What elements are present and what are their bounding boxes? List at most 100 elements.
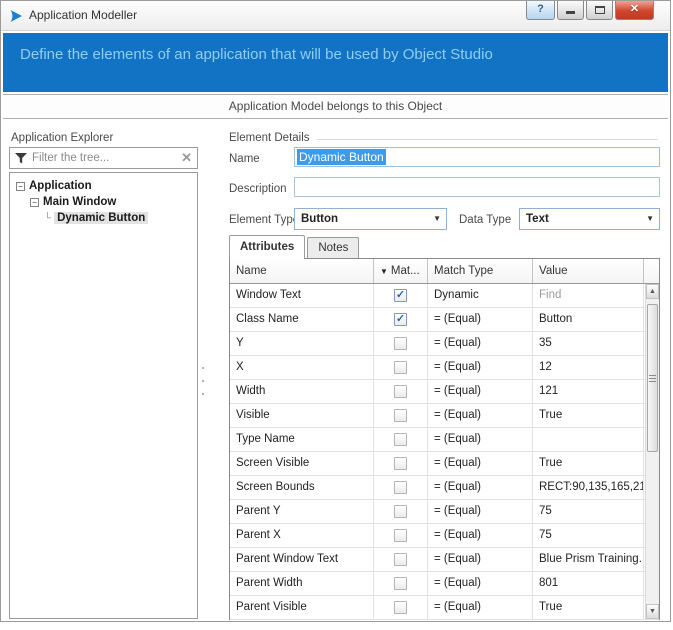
description-input[interactable] [294, 177, 660, 197]
table-row[interactable]: Parent Y = (Equal) 75 [230, 500, 659, 524]
element-type-select[interactable]: Button ▼ [294, 208, 447, 230]
match-checkbox[interactable] [394, 337, 407, 350]
match-cell [374, 500, 428, 523]
match-checkbox[interactable] [394, 409, 407, 422]
match-type-cell: = (Equal) [428, 452, 533, 475]
match-type-cell: = (Equal) [428, 332, 533, 355]
tab-strip: AttributesNotes [229, 234, 359, 258]
data-type-select[interactable]: Text ▼ [519, 208, 660, 230]
match-type-cell: = (Equal) [428, 476, 533, 499]
filter-icon [15, 153, 27, 164]
match-checkbox[interactable] [394, 553, 407, 566]
window-title: Application Modeller [29, 1, 137, 30]
table-row[interactable]: Screen Visible = (Equal) True [230, 452, 659, 476]
subtitle-bar: Application Model belongs to this Object [3, 94, 668, 119]
tree-item-dynamic-button[interactable]: └ Dynamic Button [10, 210, 197, 226]
table-row[interactable]: Parent Visible = (Equal) True [230, 596, 659, 620]
tree-expand-icon[interactable]: − [30, 198, 39, 207]
attribute-name-cell: Y [230, 332, 374, 355]
minimize-button[interactable] [557, 1, 584, 20]
element-details-title: Element Details [229, 132, 310, 144]
match-cell [374, 476, 428, 499]
match-cell [374, 572, 428, 595]
scroll-up-icon[interactable]: ▲ [646, 284, 659, 299]
table-row[interactable]: Class Name ✓ = (Equal) Button [230, 308, 659, 332]
match-cell [374, 332, 428, 355]
match-checkbox[interactable] [394, 505, 407, 518]
element-details-divider [317, 139, 658, 140]
table-row[interactable]: Screen Bounds = (Equal) RECT:90,135,165,… [230, 476, 659, 500]
attribute-name-cell: Parent Visible [230, 596, 374, 619]
table-row[interactable]: Width = (Equal) 121 [230, 380, 659, 404]
tree-item-label: Main Window [43, 196, 116, 208]
attribute-name-cell: X [230, 356, 374, 379]
attribute-name-cell: Visible [230, 404, 374, 427]
attribute-name-cell: Parent Y [230, 500, 374, 523]
name-label: Name [229, 153, 260, 165]
table-row[interactable]: Parent Width = (Equal) 801 [230, 572, 659, 596]
scroll-down-icon[interactable]: ▼ [646, 604, 659, 619]
tab-notes[interactable]: Notes [307, 237, 359, 258]
data-type-label: Data Type [459, 214, 511, 226]
table-row[interactable]: Parent X = (Equal) 75 [230, 524, 659, 548]
value-cell: Button [533, 308, 644, 331]
column-header-match[interactable]: ▼Mat... [374, 259, 428, 283]
column-header-match-type[interactable]: Match Type [428, 259, 533, 283]
match-checkbox[interactable] [394, 433, 407, 446]
filter-placeholder: Filter the tree... [32, 148, 109, 168]
tree-item-application[interactable]: − Application [10, 178, 197, 194]
table-row[interactable]: Window Text ✓ Dynamic Find [230, 284, 659, 308]
table-row[interactable]: Parent Window Text = (Equal) Blue Prism … [230, 548, 659, 572]
app-icon [9, 9, 23, 23]
match-cell [374, 548, 428, 571]
match-type-cell: = (Equal) [428, 356, 533, 379]
application-tree: − Application − Main Window └ Dynamic Bu… [9, 172, 198, 619]
table-row[interactable]: X = (Equal) 12 [230, 356, 659, 380]
match-cell [374, 524, 428, 547]
match-checkbox[interactable] [394, 457, 407, 470]
tree-expand-icon[interactable]: − [16, 182, 25, 191]
scrollbar-thumb[interactable] [647, 304, 658, 452]
column-header-name[interactable]: Name [230, 259, 374, 283]
attribute-name-cell: Window Text [230, 284, 374, 307]
table-row[interactable]: Type Name = (Equal) [230, 428, 659, 452]
column-header-value[interactable]: Value [533, 259, 644, 283]
column-header-match-label: Mat... [391, 265, 420, 277]
value-cell [533, 428, 644, 451]
name-input[interactable]: Dynamic Button [294, 147, 660, 167]
tab-attributes[interactable]: Attributes [229, 235, 305, 259]
match-checkbox[interactable] [394, 361, 407, 374]
close-button[interactable]: ✕ [615, 1, 654, 20]
tree-item-main-window[interactable]: − Main Window [10, 194, 197, 210]
match-checkbox[interactable] [394, 385, 407, 398]
match-checkbox[interactable] [394, 529, 407, 542]
maximize-button[interactable] [586, 1, 613, 20]
element-type-label: Element Type [229, 214, 299, 226]
column-header-spacer [644, 259, 659, 283]
value-cell: Blue Prism Training... [533, 548, 644, 571]
match-checkbox[interactable] [394, 481, 407, 494]
match-checkbox[interactable]: ✓ [394, 289, 407, 302]
help-button[interactable]: ? [526, 1, 555, 20]
match-type-cell: = (Equal) [428, 548, 533, 571]
match-checkbox[interactable]: ✓ [394, 313, 407, 326]
match-type-cell: = (Equal) [428, 380, 533, 403]
match-cell [374, 404, 428, 427]
match-cell [374, 356, 428, 379]
table-row[interactable]: Visible = (Equal) True [230, 404, 659, 428]
attribute-name-cell: Screen Visible [230, 452, 374, 475]
match-checkbox[interactable] [394, 577, 407, 590]
match-type-cell: = (Equal) [428, 572, 533, 595]
value-cell: 75 [533, 500, 644, 523]
tree-filter-input[interactable]: Filter the tree... ✕ [9, 147, 198, 169]
match-type-cell: = (Equal) [428, 404, 533, 427]
element-type-value: Button [301, 209, 338, 229]
match-checkbox[interactable] [394, 601, 407, 614]
table-row[interactable]: Y = (Equal) 35 [230, 332, 659, 356]
attribute-name-cell: Class Name [230, 308, 374, 331]
chevron-down-icon: ▼ [646, 209, 654, 229]
panel-splitter[interactable] [202, 367, 205, 397]
attribute-name-cell: Type Name [230, 428, 374, 451]
clear-filter-icon[interactable]: ✕ [181, 148, 192, 168]
vertical-scrollbar[interactable]: ▲ ▼ [645, 284, 659, 619]
